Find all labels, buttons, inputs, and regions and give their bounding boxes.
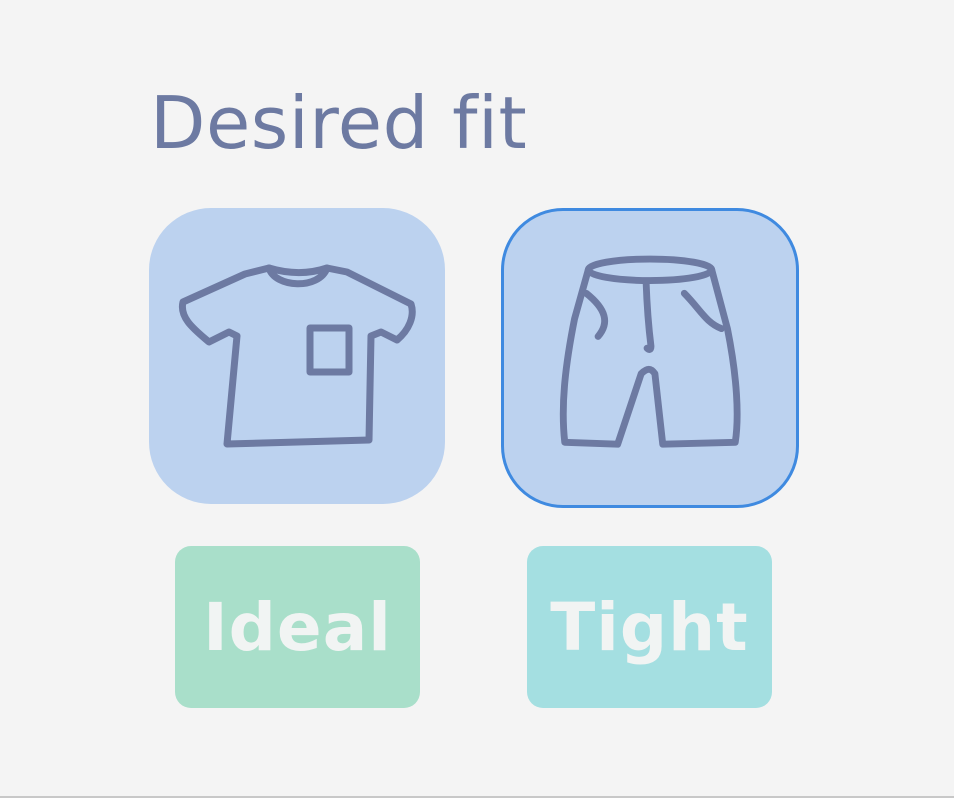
fit-option-ideal[interactable]: Ideal — [175, 546, 420, 708]
garment-tile-shirt[interactable] — [149, 208, 445, 504]
fit-option-tight[interactable]: Tight — [527, 546, 772, 708]
shorts-icon — [559, 255, 741, 448]
garment-tile-shorts[interactable] — [501, 208, 799, 508]
page-title: Desired fit — [150, 81, 528, 165]
t-shirt-icon — [178, 264, 416, 448]
